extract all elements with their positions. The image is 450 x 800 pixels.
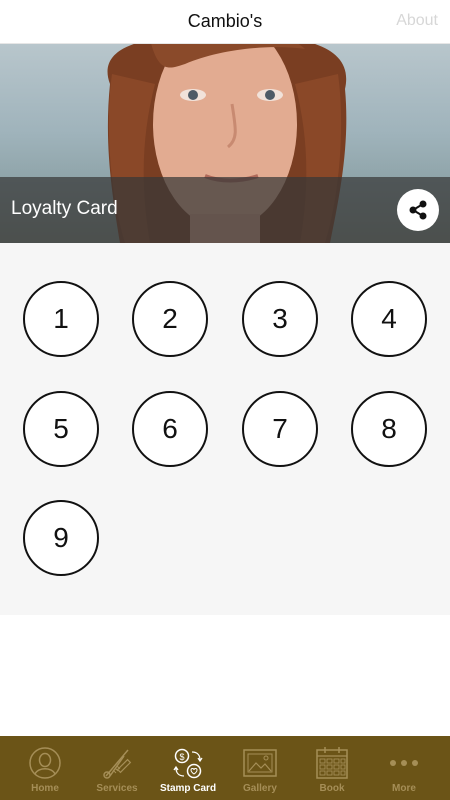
tab-book[interactable]: Book	[296, 736, 368, 800]
more-dots-icon	[390, 760, 418, 766]
stamp-slot-1[interactable]: 1	[23, 281, 99, 357]
tab-services[interactable]: Services	[81, 736, 153, 800]
top-bar: Cambio's About	[0, 0, 450, 44]
stamp-slot-5[interactable]: 5	[23, 391, 99, 467]
stamp-slot-2[interactable]: 2	[132, 281, 208, 357]
person-icon	[29, 747, 61, 779]
tab-more-label: More	[392, 783, 416, 794]
stamp-slot-9[interactable]: 9	[23, 500, 99, 576]
tab-home-label: Home	[31, 783, 59, 794]
calendar-icon	[316, 747, 348, 779]
stamp-slot-4[interactable]: 4	[351, 281, 427, 357]
stamp-slot-6[interactable]: 6	[132, 391, 208, 467]
scissors-comb-icon	[103, 749, 132, 779]
gallery-icon	[243, 749, 277, 777]
hero-banner: Loyalty Card	[0, 44, 450, 243]
share-button[interactable]	[397, 189, 439, 231]
stamp-grid: 1 2 3 4 5 6 7 8 9	[0, 243, 450, 615]
stamp-slot-8[interactable]: 8	[351, 391, 427, 467]
tab-stamp-card-label: Stamp Card	[159, 783, 217, 794]
stamp-slot-7[interactable]: 7	[242, 391, 318, 467]
tab-more[interactable]: More	[368, 736, 440, 800]
tab-book-label: Book	[319, 783, 345, 794]
tab-gallery-label: Gallery	[243, 783, 277, 794]
tab-stamp-card[interactable]: $ Stamp Card	[152, 736, 224, 800]
bottom-tab-bar: Home Services $ Stamp Card Gallery Book …	[0, 736, 450, 800]
app-title: Cambio's	[187, 11, 263, 31]
tab-home[interactable]: Home	[9, 736, 81, 800]
tab-gallery[interactable]: Gallery	[224, 736, 296, 800]
share-icon	[409, 200, 427, 220]
loyalty-card-title: Loyalty Card	[11, 198, 118, 219]
stamp-card-icon: $	[173, 748, 203, 779]
tab-services-label: Services	[96, 783, 138, 794]
svg-text:$: $	[179, 752, 184, 762]
about-link[interactable]: About	[396, 12, 438, 30]
hero-overlay: Loyalty Card	[0, 177, 450, 243]
stamp-slot-3[interactable]: 3	[242, 281, 318, 357]
